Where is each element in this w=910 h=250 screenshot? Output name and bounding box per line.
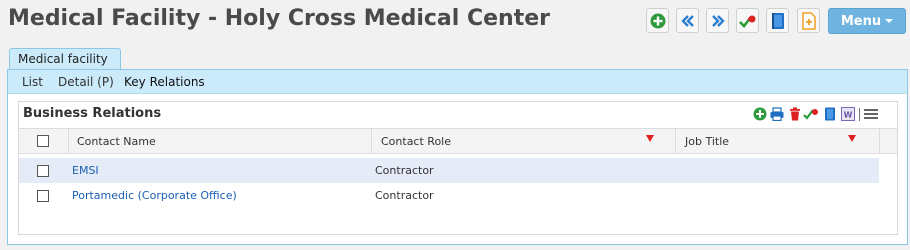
header-contact-role[interactable]: Contact Role: [381, 135, 451, 148]
word-icon[interactable]: W: [841, 107, 855, 121]
notebook-icon[interactable]: [823, 107, 837, 121]
subnav-list[interactable]: List: [22, 75, 43, 89]
section-title: Business Relations: [23, 106, 162, 121]
table-row[interactable]: Portamedic (Corporate Office) Contractor: [19, 183, 879, 208]
grid-header: Contact Name Contact Role Job Title: [19, 128, 897, 154]
print-icon[interactable]: [770, 107, 784, 121]
sub-navigation: List Detail (P) Key Relations: [8, 70, 907, 94]
next-button[interactable]: [706, 8, 729, 33]
subnav-key-relations[interactable]: Key Relations: [124, 75, 205, 89]
select-all-checkbox[interactable]: [37, 135, 49, 147]
header-job-title[interactable]: Job Title: [685, 135, 729, 148]
svg-text:W: W: [844, 111, 853, 120]
table-row[interactable]: EMSI Contractor: [19, 158, 879, 183]
caret-down-icon: [885, 19, 894, 23]
toolbar-separator: [859, 108, 860, 121]
document-icon: [801, 11, 816, 30]
contact-role-cell: Contractor: [375, 189, 434, 202]
column-divider: [371, 129, 372, 153]
contact-name-link[interactable]: EMSI: [72, 164, 99, 177]
column-divider: [68, 129, 69, 153]
contact-role-cell: Contractor: [375, 164, 434, 177]
menu-button[interactable]: Menu: [828, 8, 906, 34]
add-button[interactable]: [646, 8, 669, 33]
key-relation-icon: [738, 15, 755, 28]
previous-icon: [680, 14, 694, 27]
key-relation-button[interactable]: [736, 8, 759, 33]
main-panel: List Detail (P) Key Relations Business R…: [7, 69, 908, 245]
menu-label: Menu: [840, 13, 882, 29]
next-icon: [711, 14, 725, 27]
document-button[interactable]: [797, 8, 820, 33]
filter-icon[interactable]: [646, 135, 654, 142]
column-divider: [675, 129, 676, 153]
previous-button[interactable]: [676, 8, 699, 33]
column-divider: [879, 129, 880, 153]
add-icon[interactable]: [753, 107, 767, 121]
notebook-button[interactable]: [766, 8, 789, 33]
delete-icon[interactable]: [788, 107, 802, 121]
header-contact-name[interactable]: Contact Name: [77, 135, 156, 148]
link-icon[interactable]: [803, 107, 819, 121]
row-checkbox[interactable]: [37, 190, 49, 202]
page-title: Medical Facility - Holy Cross Medical Ce…: [8, 6, 550, 31]
menu-icon[interactable]: [864, 107, 878, 121]
business-relations-card: Business Relations W Contact Name Contac…: [18, 101, 898, 235]
add-icon: [650, 13, 665, 28]
grid-scrollbar[interactable]: [879, 154, 896, 234]
contact-name-link[interactable]: Portamedic (Corporate Office): [72, 189, 237, 202]
notebook-icon: [771, 12, 784, 29]
subnav-detail[interactable]: Detail (P): [58, 75, 114, 89]
tab-medical-facility[interactable]: Medical facility: [9, 48, 121, 70]
row-checkbox[interactable]: [37, 165, 49, 177]
filter-icon[interactable]: [848, 135, 856, 142]
